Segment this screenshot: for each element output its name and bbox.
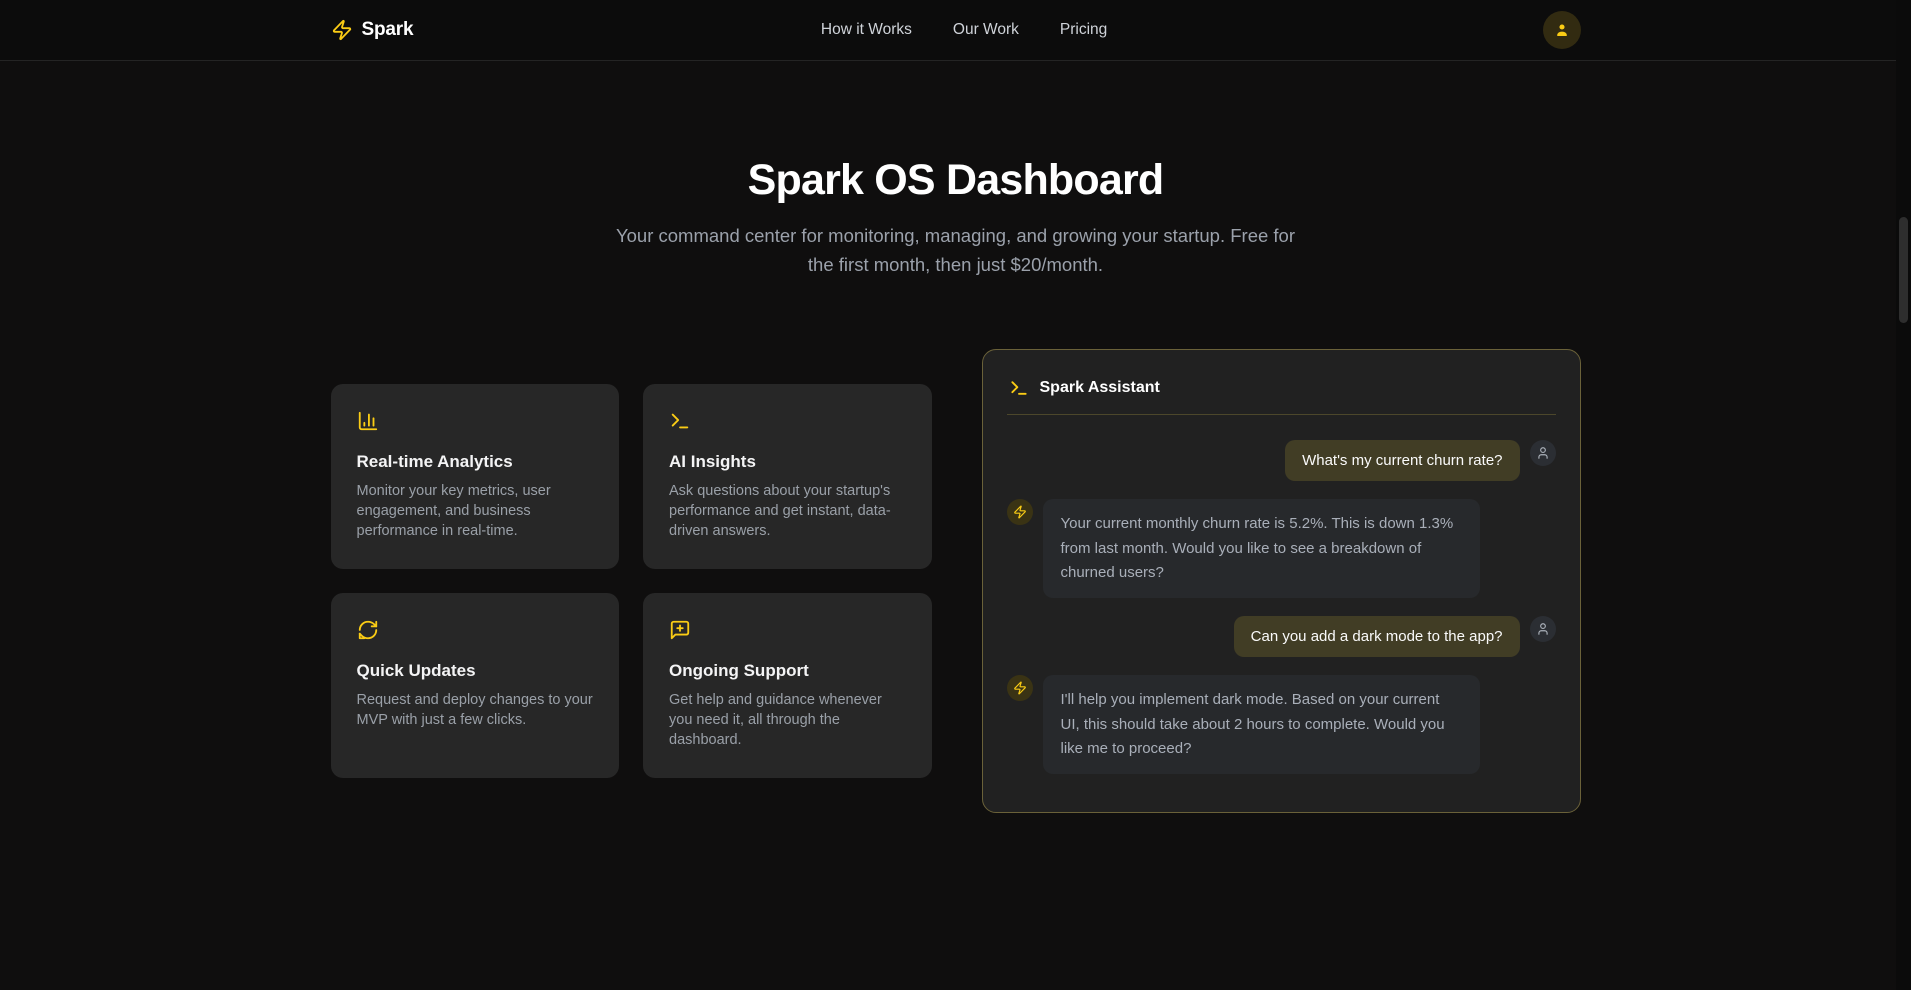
message-square-plus-icon [669, 619, 691, 641]
user-message-row: Can you add a dark mode to the app? [1007, 616, 1556, 657]
terminal-icon [669, 410, 691, 432]
assistant-avatar [1007, 675, 1033, 701]
features-grid: Real-time Analytics Monitor your key met… [331, 384, 932, 778]
feature-title: AI Insights [669, 452, 906, 472]
user-icon [1536, 622, 1550, 636]
lightning-bolt-icon [331, 19, 353, 41]
feature-card-quick-updates: Quick Updates Request and deploy changes… [331, 593, 620, 778]
feature-description: Monitor your key metrics, user engagemen… [357, 481, 594, 541]
page-subtitle: Your command center for monitoring, mana… [606, 222, 1306, 279]
feature-description: Request and deploy changes to your MVP w… [357, 690, 594, 730]
scrollbar-track[interactable] [1896, 0, 1911, 990]
brand-name: Spark [362, 19, 414, 41]
user-avatar-button[interactable] [1543, 11, 1581, 49]
message-list: What's my current churn rate? Your curre… [1007, 440, 1556, 774]
user-message-bubble: Can you add a dark mode to the app? [1234, 616, 1520, 657]
feature-card-ongoing-support: Ongoing Support Get help and guidance wh… [643, 593, 932, 778]
brand-logo[interactable]: Spark [331, 19, 414, 41]
feature-title: Ongoing Support [669, 661, 906, 681]
user-message-bubble: What's my current churn rate? [1285, 440, 1519, 481]
assistant-message-row: Your current monthly churn rate is 5.2%.… [1007, 499, 1556, 598]
feature-title: Real-time Analytics [357, 452, 594, 472]
main-content: Real-time Analytics Monitor your key met… [331, 349, 1581, 813]
user-icon [1553, 21, 1571, 39]
assistant-message-row: I'll help you implement dark mode. Based… [1007, 675, 1556, 774]
user-avatar [1530, 440, 1556, 466]
lightning-bolt-icon [1013, 505, 1027, 519]
nav-link-our-work[interactable]: Our Work [953, 21, 1019, 39]
hero-section: Spark OS Dashboard Your command center f… [0, 61, 1911, 279]
page: Spark How it Works Our Work Pricing Spar… [0, 0, 1911, 990]
feature-card-ai-insights: AI Insights Ask questions about your sta… [643, 384, 932, 569]
user-avatar [1530, 616, 1556, 642]
feature-description: Ask questions about your startup's perfo… [669, 481, 906, 541]
spark-assistant-panel: Spark Assistant What's my current churn … [982, 349, 1581, 813]
assistant-message-bubble: I'll help you implement dark mode. Based… [1043, 675, 1480, 774]
nav-link-how-it-works[interactable]: How it Works [821, 21, 912, 39]
user-message-row: What's my current churn rate? [1007, 440, 1556, 481]
top-navigation-bar: Spark How it Works Our Work Pricing [0, 0, 1911, 61]
refresh-icon [357, 619, 379, 641]
lightning-bolt-icon [1013, 681, 1027, 695]
feature-description: Get help and guidance whenever you need … [669, 690, 906, 750]
assistant-avatar [1007, 499, 1033, 525]
assistant-message-bubble: Your current monthly churn rate is 5.2%.… [1043, 499, 1480, 598]
main-nav: How it Works Our Work Pricing [821, 0, 1107, 60]
bar-chart-icon [357, 410, 379, 432]
assistant-title: Spark Assistant [1040, 379, 1160, 397]
nav-link-pricing[interactable]: Pricing [1060, 21, 1107, 39]
divider [1007, 414, 1556, 415]
feature-title: Quick Updates [357, 661, 594, 681]
assistant-header: Spark Assistant [1007, 374, 1556, 398]
feature-card-realtime-analytics: Real-time Analytics Monitor your key met… [331, 384, 620, 569]
terminal-icon [1009, 378, 1029, 398]
scrollbar-thumb[interactable] [1899, 217, 1908, 323]
user-icon [1536, 446, 1550, 460]
page-title: Spark OS Dashboard [0, 156, 1911, 205]
